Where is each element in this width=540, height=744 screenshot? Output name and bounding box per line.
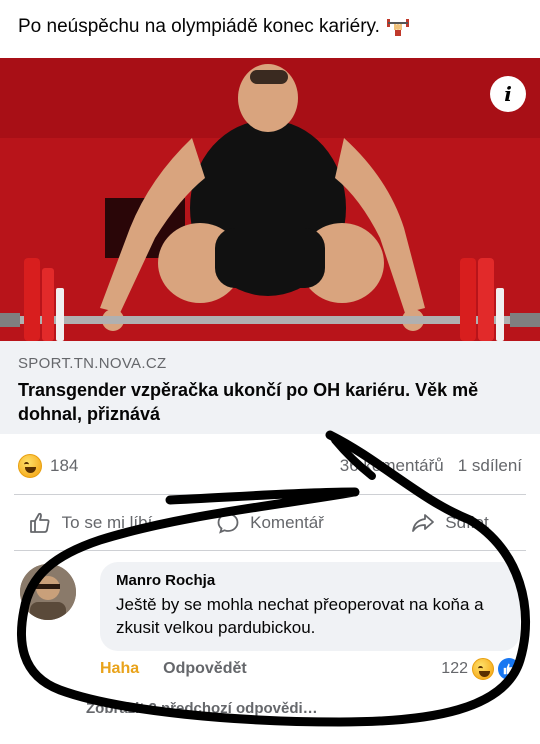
link-preview[interactable]: SPORT.TN.NOVA.CZ Transgender vzpěračka u… [0, 341, 540, 434]
like-button[interactable]: To se mi líbí [0, 511, 180, 535]
comment-icon [217, 513, 239, 534]
link-domain: SPORT.TN.NOVA.CZ [18, 355, 167, 372]
reactions-bar: 184 36 komentářů 1 sdílení [0, 446, 540, 486]
info-icon[interactable]: i [490, 76, 526, 112]
comment-author[interactable]: Manro Rochja [116, 572, 504, 589]
shares-count[interactable]: 1 sdílení [458, 456, 522, 476]
haha-reaction-icon[interactable] [18, 454, 42, 478]
share-icon [412, 514, 435, 532]
haha-icon [472, 658, 494, 680]
avatar[interactable] [20, 564, 76, 620]
like-label: To se mi líbí [61, 513, 153, 532]
avatar-image [20, 564, 76, 620]
comment-reactions[interactable]: 122 [441, 658, 520, 680]
weightlifter-image [0, 58, 540, 341]
like-icon [498, 658, 520, 680]
view-previous-replies[interactable]: Zobrazit 2 předchozí odpovědi… [86, 700, 318, 717]
reply-button[interactable]: Odpovědět [163, 660, 247, 678]
link-title[interactable]: Transgender vzpěračka ukončí po OH karié… [18, 378, 522, 426]
comment-bubble: Manro Rochja Ještě by se mohla nechat př… [100, 562, 520, 651]
reaction-count[interactable]: 184 [50, 456, 78, 476]
weight-lifter-emoji-icon [386, 19, 409, 36]
comments-count[interactable]: 36 komentářů [340, 456, 444, 476]
share-button[interactable]: Sdílet [360, 511, 540, 535]
share-label: Sdílet [445, 513, 489, 532]
post-caption: Po neúspěchu na olympiádě konec kariéry. [18, 16, 380, 37]
comment-meta: Haha Odpovědět 122 [100, 658, 520, 680]
thumbs-up-icon [29, 512, 50, 533]
haha-reaction-button[interactable]: Haha [100, 660, 139, 678]
divider [14, 550, 526, 551]
article-photo[interactable]: i [0, 58, 540, 341]
divider [14, 494, 526, 495]
comment-button[interactable]: Komentář [180, 511, 360, 535]
comment-label: Komentář [250, 513, 324, 532]
comment-text: Ještě by se mohla nechat přeoperovat na … [116, 595, 484, 637]
comment-reaction-count: 122 [441, 660, 468, 677]
post-actions: To se mi líbí Komentář Sdílet [0, 500, 540, 546]
post-text: Po neúspěchu na olympiádě konec kariéry. [18, 16, 410, 38]
